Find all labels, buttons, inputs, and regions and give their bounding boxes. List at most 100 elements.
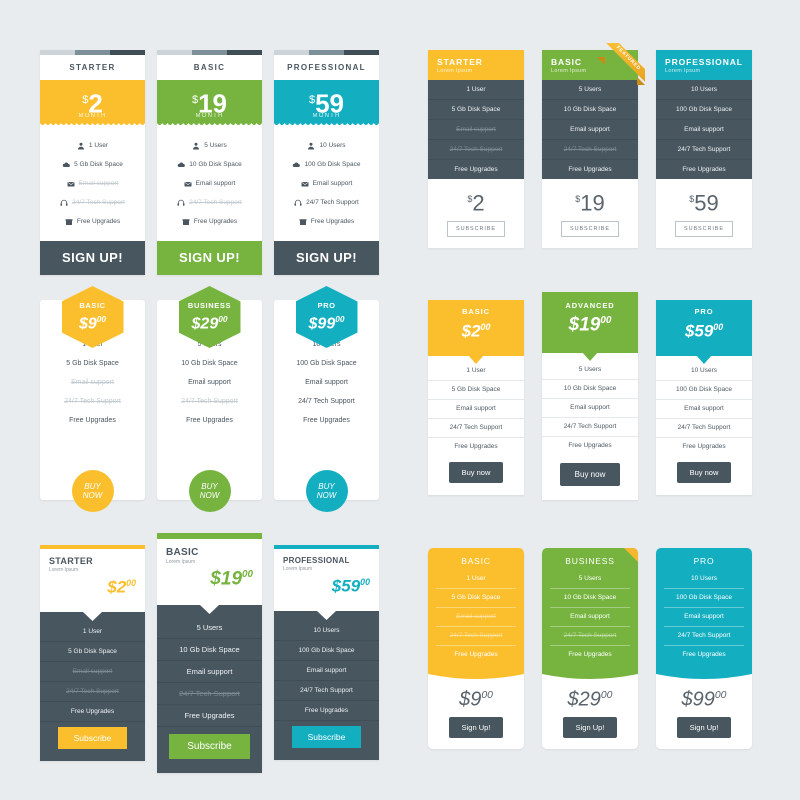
signup-button[interactable]: Sign Up! — [676, 716, 732, 738]
price-period: MONTH — [78, 112, 107, 119]
feature-item: 24/7 Tech Support — [274, 681, 379, 701]
plan-title: BASIC — [193, 63, 226, 72]
envelope-icon — [184, 181, 192, 186]
price-amount: $2 — [467, 190, 485, 216]
upgrade-box-icon — [65, 218, 73, 225]
feature-item: 5 Gb Disk Space — [436, 588, 516, 607]
subscribe-button[interactable]: Subscribe — [169, 734, 250, 760]
headset-icon — [60, 199, 68, 206]
pricing-card[interactable]: FEATURED BASIC Lorem Ipsum 5 Users 10 Gb… — [542, 43, 645, 249]
card-footer: Buy now — [656, 456, 752, 495]
feature-item: Email support — [40, 174, 145, 193]
chevron-notch — [157, 605, 262, 615]
feature-list: 5 Users 10 Gb Disk Space Email support 2… — [157, 127, 262, 241]
pricing-card[interactable]: PRO $9900 10 Users 100 Gb Disk Space Ema… — [274, 286, 379, 512]
curve-notch — [656, 674, 752, 681]
pricing-block-solid: BASIC 1 User 5 Gb Disk Space Email suppo… — [428, 548, 752, 749]
pricing-card[interactable]: PRO $5900 10 Users 100 Gb Disk Space Ema… — [656, 300, 752, 495]
feature-item: Free Upgrades — [274, 701, 379, 721]
feature-item: 10 Users — [274, 136, 379, 155]
feature-item: 24/7 Tech Support — [428, 419, 524, 438]
plan-header: PROFESSIONAL Lorem Ipsum $5900 — [274, 549, 379, 611]
buy-now-button[interactable]: BUY NOW — [71, 470, 114, 512]
upgrade-box-icon — [182, 218, 190, 225]
feature-list: 10 Users 100 Gb Disk Space Email support… — [274, 610, 379, 760]
price-banner: $2 MONTH — [40, 80, 145, 127]
feature-item: 24/7 Tech Support — [436, 626, 516, 645]
chevron-notch — [656, 354, 752, 364]
plan-subtitle: Lorem Ipsum — [166, 559, 196, 565]
pricing-card[interactable]: STARTER Lorem Ipsum $200 1 User 5 Gb Dis… — [40, 545, 145, 761]
feature-list: 1 User 5 Gb Disk Space Email support 24/… — [40, 335, 145, 430]
plan-title: PROFESSIONAL — [665, 57, 743, 67]
feature-item: 100 Gb Disk Space — [656, 100, 752, 120]
plan-title: BUSINESS — [565, 556, 615, 566]
pricing-card[interactable]: BASIC $900 1 User 5 Gb Disk Space Email … — [40, 286, 145, 512]
pricing-block-dark-list: STARTER Lorem Ipsum 1 User 5 Gb Disk Spa… — [428, 43, 752, 249]
signup-button[interactable]: SIGN UP! — [274, 241, 379, 275]
pricing-card[interactable]: STARTER $2 MONTH 1 User 5 Gb Disk Space … — [40, 50, 145, 275]
pricing-card[interactable]: PRO 10 Users 100 Gb Disk Space Email sup… — [656, 548, 752, 749]
pricing-card[interactable]: BASIC $19 MONTH 5 Users 10 Gb Disk Space… — [157, 50, 262, 275]
feature-item: 24/7 Tech Support — [542, 418, 638, 438]
buy-now-button[interactable]: Buy now — [448, 461, 504, 483]
signup-button[interactable]: SIGN UP! — [157, 241, 262, 275]
feature-item: 5 Users — [542, 361, 638, 381]
user-icon — [77, 142, 84, 149]
feature-item: Email support — [542, 399, 638, 419]
pricing-card[interactable]: ADVANCED $1900 5 Users 10 Gb Disk Space … — [542, 292, 638, 501]
pricing-card[interactable]: PROFESSIONAL Lorem Ipsum $5900 10 Users … — [274, 545, 379, 760]
subscribe-button[interactable]: Subscribe — [291, 725, 362, 748]
pricing-card[interactable]: BASIC Lorem Ipsum $1900 5 Users 10 Gb Di… — [157, 533, 262, 774]
feature-list: 1 User 5 Gb Disk Space Email support 24/… — [40, 611, 145, 761]
feature-item: 24/7 Tech Support — [298, 398, 355, 405]
feature-item: 10 Users — [690, 575, 717, 582]
price-footer: $59 SUBSCRIBE — [656, 179, 752, 248]
price-period: MONTH — [312, 112, 341, 119]
buy-now-button[interactable]: Buy now — [559, 463, 621, 487]
signup-button[interactable]: Sign Up! — [562, 716, 618, 738]
buy-now-button[interactable]: BUY NOW — [305, 470, 348, 512]
price-banner: $19 MONTH — [157, 80, 262, 127]
pricing-card[interactable]: BASIC 1 User 5 Gb Disk Space Email suppo… — [428, 548, 524, 749]
pricing-card[interactable]: STARTER Lorem Ipsum 1 User 5 Gb Disk Spa… — [428, 50, 524, 249]
plan-title: STARTER — [69, 63, 116, 72]
feature-list: 5 Users 10 Gb Disk Space Email support 2… — [542, 353, 638, 455]
plan-title: BASIC — [462, 307, 490, 316]
feature-item: 24/7 Tech Support — [181, 398, 238, 405]
plan-subtitle: Lorem Ipsum — [437, 68, 473, 74]
signup-button[interactable]: Sign Up! — [448, 716, 504, 738]
card-footer: Subscribe — [274, 721, 379, 760]
buy-now-button[interactable]: BUY NOW — [188, 470, 231, 512]
subscribe-button[interactable]: Subscribe — [57, 726, 128, 749]
pricing-card[interactable]: BUSINESS $2900 5 Users 10 Gb Disk Space … — [157, 286, 262, 512]
subscribe-button[interactable]: SUBSCRIBE — [675, 221, 733, 238]
wave-divider — [40, 123, 145, 127]
price-amount: $900 — [459, 688, 493, 711]
subscribe-button[interactable]: SUBSCRIBE — [561, 221, 619, 238]
pricing-card[interactable]: BASIC $200 1 User 5 Gb Disk Space Email … — [428, 300, 524, 495]
plan-title: STARTER — [437, 57, 483, 67]
feature-item: 24/7 Tech Support — [157, 193, 262, 212]
price-amount: $19 — [575, 190, 605, 216]
buy-now-button[interactable]: Buy now — [676, 461, 732, 483]
chevron-notch — [274, 610, 379, 620]
feature-item: 5 Users — [157, 617, 262, 640]
feature-item: 10 Gb Disk Space — [542, 380, 638, 400]
feature-item: 5 Gb Disk Space — [40, 155, 145, 174]
subscribe-button[interactable]: SUBSCRIBE — [447, 221, 505, 238]
feature-item: 10 Gb Disk Space — [157, 155, 262, 174]
feature-item: 5 Users — [157, 136, 262, 155]
feature-item: Email support — [157, 661, 262, 684]
pricing-block-wavy: STARTER $2 MONTH 1 User 5 Gb Disk Space … — [40, 50, 379, 275]
feature-list: 10 Users 100 Gb Disk Space Email support… — [274, 127, 379, 241]
pricing-card[interactable]: BUSINESS 5 Users 10 Gb Disk Space Email … — [542, 548, 638, 749]
feature-list: 1 User 5 Gb Disk Space Email support 24/… — [40, 127, 145, 241]
signup-button[interactable]: SIGN UP! — [40, 241, 145, 275]
feature-item: 24/7 Tech Support — [274, 193, 379, 212]
pricing-card[interactable]: PROFESSIONAL Lorem Ipsum 10 Users 100 Gb… — [656, 50, 752, 249]
pricing-card[interactable]: PROFESSIONAL $59 MONTH 10 Users 100 Gb D… — [274, 50, 379, 275]
feature-item: 24/7 Tech Support — [656, 419, 752, 438]
feature-item: Free Upgrades — [682, 166, 726, 173]
feature-item: 1 User — [466, 575, 486, 582]
